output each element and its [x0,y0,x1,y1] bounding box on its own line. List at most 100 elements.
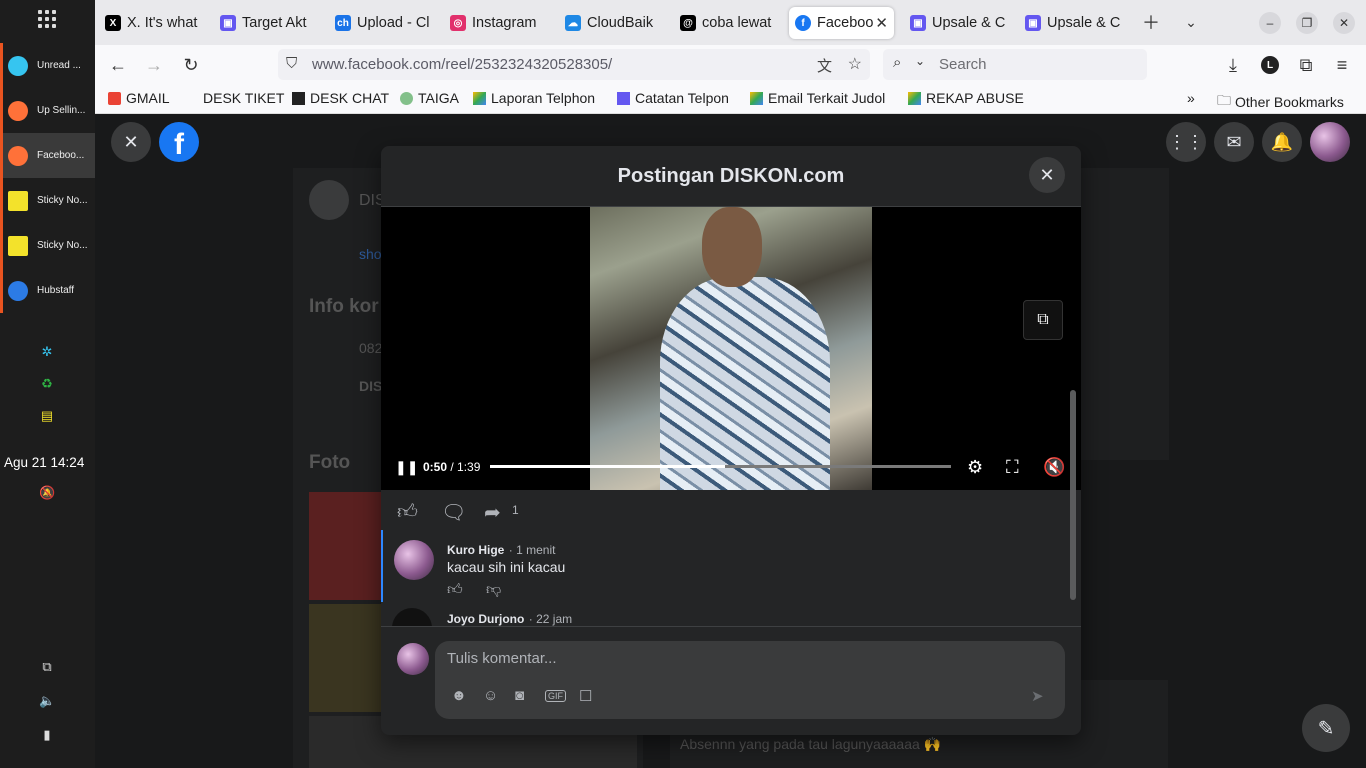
comment-like-icon[interactable]: 👍︎ [447,581,463,599]
volume-icon[interactable]: 🔈 [39,693,55,709]
close-viewer-icon[interactable]: ✕ [111,122,151,162]
comment-author[interactable]: Kuro Hige [447,543,504,557]
camera-icon[interactable]: ◙ [515,687,524,704]
dock-window-sticky-2[interactable]: Sticky No... [0,223,95,268]
close-modal-icon[interactable]: ✕ [1029,157,1065,193]
avatar-sticker-icon[interactable]: ☻ [451,687,467,704]
dock-window-hubstaff[interactable]: Hubstaff [0,268,95,313]
muted-volume-icon[interactable]: 🔇 [1043,457,1065,478]
search-engine-chevron-icon[interactable]: ⌄ [915,54,925,68]
video-time: 0:50 / 1:39 [423,460,481,474]
url-bar[interactable]: ⛉ www.facebook.com/reel/2532324320528305… [278,49,870,80]
tab-cloudbaik[interactable]: ☁ CloudBaik [565,7,671,39]
emoji-icon[interactable]: ☺ [483,687,498,704]
firefox-icon [8,100,28,121]
comment-composer: Tulis komentar... ☻ ☺ ◙ GIF ☐ ➤ [381,626,1081,735]
comment-icon[interactable]: 🗨︎ [441,500,466,525]
dock-window-slack[interactable]: Unread ... [0,43,95,88]
facebook-logo-icon[interactable]: f [159,122,199,162]
maximize-icon[interactable]: ❐ [1296,12,1318,34]
back-icon[interactable]: ← [107,54,129,76]
picture-in-picture-icon[interactable]: ⧉ [1023,300,1063,340]
tab-x[interactable]: X X. It's what [105,7,211,39]
bookmark-desk-chat[interactable]: DESK CHAT [292,90,389,106]
translate-icon[interactable]: 文 [817,55,832,76]
menu-icon[interactable]: ≡ [1331,54,1353,76]
messenger-icon[interactable]: ✉ [1214,122,1254,162]
comment-input[interactable]: Tulis komentar... ☻ ☺ ◙ GIF ☐ ➤ [435,641,1065,719]
modal-scrollbar[interactable] [1070,390,1076,600]
pause-icon[interactable]: ❚❚ [395,459,418,476]
sticker-icon[interactable]: ☐ [579,687,592,705]
bookmark-star-icon[interactable]: ☆ [848,54,862,74]
other-bookmarks[interactable]: 🗀 Other Bookmarks [1217,90,1344,114]
clock[interactable]: Agu 21 14:24 [4,455,84,470]
bookmark-rekap-abuse[interactable]: REKAP ABUSE [908,90,1024,106]
bookmark-taiga[interactable]: TAIGA [400,90,459,106]
dock-window-firefox-1[interactable]: Up Sellin... [0,88,95,133]
notifications-icon[interactable]: 🔔 [1262,122,1302,162]
close-tab-icon[interactable]: ✕ [875,14,888,32]
app-grid-icon[interactable] [38,10,56,28]
dock-window-sticky-1[interactable]: Sticky No... [0,178,95,223]
reload-icon[interactable]: ↻ [180,54,202,76]
drive-icon [473,91,486,105]
search-icon: ⌕ [893,54,902,71]
new-tab-icon[interactable]: ＋ [1140,11,1162,33]
clickup-icon [617,91,630,105]
forward-icon[interactable]: → [143,54,165,76]
tab-target[interactable]: ▣ Target Akt [220,7,326,39]
tab-upsale-2[interactable]: ▣ Upsale & C [1025,7,1131,39]
sticky-notes-icon [8,235,28,256]
browser-nav-bar: ← → ↻ ⛉ www.facebook.com/reel/2532324320… [95,45,1366,85]
tab-threads[interactable]: @ coba lewat [680,7,786,39]
site-info-icon[interactable]: ⛉ [286,55,297,72]
settings-gear-icon[interactable]: ⚙ [967,457,983,478]
downloads-icon[interactable]: ⤓ [1222,54,1244,76]
composer-avatar[interactable] [397,643,429,675]
bookmark-email-judol[interactable]: Email Terkait Judol [750,90,885,106]
bookmark-laporan-telphon[interactable]: Laporan Telphon [473,90,595,106]
close-window-icon[interactable]: ✕ [1333,12,1355,34]
gif-icon[interactable]: GIF [545,690,566,702]
tab-upsale-1[interactable]: ▣ Upsale & C [910,7,1016,39]
comment-avatar[interactable] [392,608,432,626]
sticky-tray-icon[interactable]: ▤ [39,408,55,424]
extensions-icon[interactable]: ⧉ [1295,54,1317,76]
profile-avatar[interactable] [1310,122,1350,162]
video-player[interactable]: ⧉ ❚❚ 0:50 / 1:39 ⚙ ⛶ 🔇 [381,207,1081,490]
menu-grid-icon[interactable]: ⋮⋮ [1166,122,1206,162]
dock-window-firefox-facebook[interactable]: Faceboo... [0,133,95,178]
slack-tray-icon[interactable]: ✲ [39,344,55,360]
clickup-icon: ▣ [220,15,236,31]
comment-author[interactable]: Joyo Durjono [447,612,524,626]
share-count: 1 [512,503,519,517]
bookmark-gmail[interactable]: GMAIL [108,90,170,106]
comment-avatar[interactable] [394,540,434,580]
tab-facebook[interactable]: f Faceboo ✕ [789,7,894,39]
recycle-tray-icon[interactable]: ♻ [39,376,55,392]
minimize-icon[interactable]: – [1259,12,1281,34]
network-icon[interactable]: ⧉ [39,659,55,675]
bookmark-catatan-telpon[interactable]: Catatan Telpon [617,90,729,106]
tab-instagram[interactable]: ◎ Instagram [450,7,556,39]
send-icon[interactable]: ➤ [1031,687,1044,705]
more-bookmarks-icon[interactable]: » [1187,90,1195,106]
comment-time[interactable]: · 1 menit [509,543,556,557]
fullscreen-icon[interactable]: ⛶ [1006,457,1019,478]
search-input[interactable]: ⌕ ⌄ Search [883,49,1147,80]
like-icon[interactable]: 👍︎ [397,500,418,524]
comment-time[interactable]: · 22 jam [529,612,572,626]
video-progress-bar[interactable] [490,465,951,468]
comment-text: kacau sih ini kacau [447,559,566,575]
bookmark-desk-tiket[interactable]: DESK TIKET [203,90,284,106]
share-icon[interactable]: ➦ [484,500,501,525]
account-icon[interactable]: L [1259,54,1281,76]
battery-icon[interactable]: ▮ [39,727,55,743]
comment-dislike-icon[interactable]: 👎︎ [486,581,501,599]
new-message-icon[interactable]: ✎ [1302,704,1350,752]
tab-upload[interactable]: ch Upload - Cl [335,7,441,39]
notifications-muted-icon[interactable]: 🔕 [39,485,55,501]
modal-title: Postingan DISKON.com [617,164,845,187]
tab-list-chevron-icon[interactable]: ⌄ [1180,11,1202,33]
